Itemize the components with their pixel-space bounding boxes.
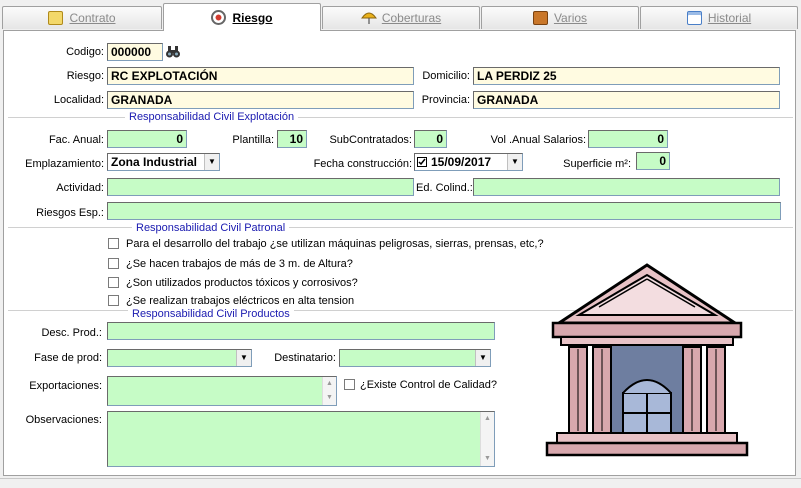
risk-icon: [211, 10, 227, 25]
subcontratados-field[interactable]: 0: [414, 130, 447, 148]
localidad-field[interactable]: GRANADA: [107, 91, 414, 109]
maquinas-peligrosas-checkbox[interactable]: [108, 238, 119, 249]
observaciones-field[interactable]: ▲ ▼: [107, 411, 495, 467]
umbrella-icon: [360, 11, 377, 25]
chevron-down-icon[interactable]: ▼: [204, 154, 219, 170]
trabajos-altura-checkbox[interactable]: [108, 258, 119, 269]
maquinas-peligrosas-label: Para el desarrollo del trabajo ¿se utili…: [126, 238, 544, 250]
riesgo-field[interactable]: RC EXPLOTACIÓN: [107, 67, 414, 85]
tab-contrato[interactable]: Contrato: [2, 6, 162, 29]
superficie-field[interactable]: 0: [636, 152, 670, 170]
section-productos-title: Responsabilidad Civil Productos: [128, 308, 294, 320]
exportaciones-scrollbar[interactable]: ▲ ▼: [322, 377, 336, 405]
riesgos-esp-field[interactable]: [107, 202, 781, 220]
productos-toxicos-label: ¿Son utilizados productos tóxicos y corr…: [126, 277, 358, 289]
actividad-label: Actividad:: [56, 182, 104, 194]
riesgo-panel: Codigo: 000000 Riesgo: RC EXPLOTACIÓN Do…: [3, 30, 796, 476]
box-icon: [532, 11, 548, 25]
riesgos-esp-label: Riesgos Esp.:: [36, 207, 104, 219]
fac-anual-field[interactable]: 0: [107, 130, 187, 148]
fase-prod-select[interactable]: ▼: [107, 349, 252, 367]
section-patronal-title: Responsabilidad Civil Patronal: [132, 222, 290, 234]
section-explotacion-title: Responsabilidad Civil Explotación: [125, 111, 299, 123]
tab-bar: Contrato Riesgo Coberturas Varios Histor…: [0, 0, 801, 31]
calendar-dropdown-icon[interactable]: ▼: [507, 154, 522, 170]
ed-colind-field[interactable]: [473, 178, 780, 196]
actividad-field[interactable]: [107, 178, 414, 196]
fac-anual-label: Fac. Anual:: [48, 134, 104, 146]
destinatario-label: Destinatario:: [274, 352, 336, 364]
emplazamiento-select[interactable]: Zona Industrial ▼: [107, 153, 220, 171]
contract-icon: [48, 11, 64, 25]
trabajos-electricos-checkbox[interactable]: [108, 295, 119, 306]
ed-colind-label: Ed. Colind.:: [416, 182, 473, 194]
codigo-field[interactable]: 000000: [107, 43, 163, 61]
localidad-label: Localidad:: [53, 94, 104, 106]
fecha-construccion-picker[interactable]: 15/09/2017 ▼: [414, 153, 523, 171]
tab-varios[interactable]: Varios: [481, 6, 639, 29]
observaciones-scrollbar[interactable]: ▲ ▼: [480, 412, 494, 466]
chevron-down-icon[interactable]: ▼: [236, 350, 251, 366]
exportaciones-label: Exportaciones:: [29, 380, 102, 392]
riesgo-label: Riesgo:: [66, 70, 104, 82]
fase-prod-label: Fase de prod:: [34, 352, 102, 364]
destinatario-select[interactable]: ▼: [339, 349, 491, 367]
observaciones-label: Observaciones:: [25, 414, 102, 426]
provincia-label: Provincia:: [421, 94, 470, 106]
building-icon: [545, 263, 749, 457]
plantilla-field[interactable]: 10: [277, 130, 307, 148]
fecha-construccion-label: Fecha construcción:: [313, 158, 412, 170]
history-icon: [686, 11, 702, 25]
control-calidad-checkbox[interactable]: [344, 379, 355, 390]
control-calidad-label: ¿Existe Control de Calidad?: [360, 379, 497, 391]
date-checkbox[interactable]: [417, 157, 427, 167]
divider: [8, 227, 793, 228]
chevron-down-icon[interactable]: ▼: [475, 350, 490, 366]
plantilla-label: Plantilla:: [232, 134, 274, 146]
codigo-label: Codigo:: [66, 46, 104, 58]
search-binoculars-icon[interactable]: [165, 44, 181, 60]
desc-prod-label: Desc. Prod.:: [41, 327, 102, 339]
tab-coberturas[interactable]: Coberturas: [322, 6, 480, 29]
desc-prod-field[interactable]: [107, 322, 495, 340]
domicilio-field[interactable]: LA PERDIZ 25: [473, 67, 780, 85]
emplazamiento-label: Emplazamiento:: [25, 158, 104, 170]
exportaciones-field[interactable]: ▲ ▼: [107, 376, 337, 406]
trabajos-electricos-label: ¿Se realizan trabajos eléctricos en alta…: [126, 295, 355, 307]
domicilio-label: Domicilio:: [422, 70, 470, 82]
tab-historial[interactable]: Historial: [640, 6, 798, 29]
productos-toxicos-checkbox[interactable]: [108, 277, 119, 288]
subcontratados-label: SubContratados:: [329, 134, 412, 146]
tab-riesgo[interactable]: Riesgo: [163, 3, 321, 31]
status-bar: [0, 478, 801, 488]
trabajos-altura-label: ¿Se hacen trabajos de más de 3 m. de Alt…: [126, 258, 353, 270]
superficie-label: Superficie m²:: [563, 158, 631, 170]
vol-anual-salarios-field[interactable]: 0: [588, 130, 668, 148]
provincia-field[interactable]: GRANADA: [473, 91, 780, 109]
vol-anual-salarios-label: Vol .Anual Salarios:: [490, 134, 586, 146]
